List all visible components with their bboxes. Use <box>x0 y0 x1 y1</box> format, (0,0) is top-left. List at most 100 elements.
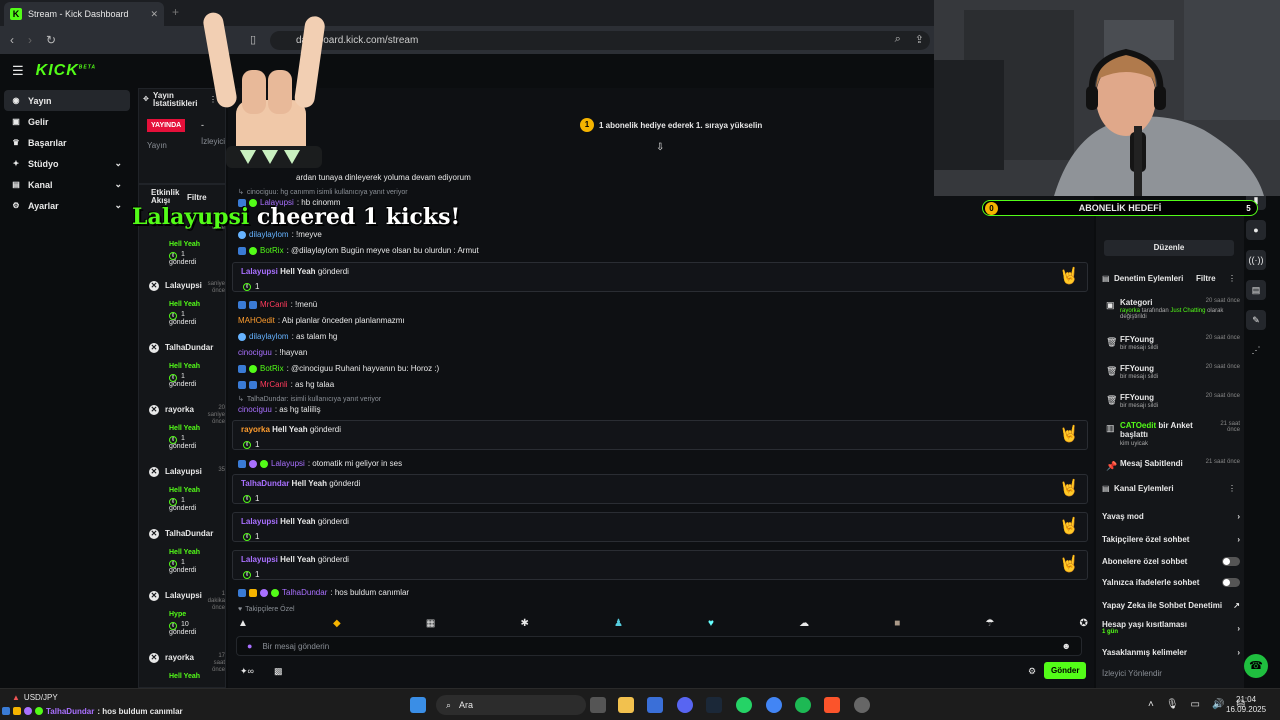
activity-item: ✕ Lalayupsi 35 Hell Yeah ¢ 1 gönderdi <box>149 467 225 512</box>
more-icon[interactable]: ⋮ <box>1228 274 1236 283</box>
back-icon[interactable]: ‹ <box>10 33 14 47</box>
chat-input[interactable]: ● Bir mesaj gönderin ☻ <box>236 636 1082 656</box>
chat-bubble-icon[interactable]: ● <box>1246 220 1266 240</box>
file-explorer-icon[interactable] <box>618 697 634 713</box>
chevron-down-icon: ⌄ <box>114 200 122 210</box>
scroll-down-icon[interactable]: ⇩ <box>656 142 664 153</box>
emote-icon[interactable]: ☂ <box>985 618 994 632</box>
mod-actions-icon: ▤ <box>1102 274 1110 283</box>
share-icon[interactable]: ⇪ <box>915 33 924 46</box>
trash-icon: 🗑 <box>1106 337 1118 347</box>
nav-item-ayarlar[interactable]: ⚙ Ayarlar ⌄ <box>4 195 130 216</box>
nav-item-studyo[interactable]: ✦ Stüdyo ⌄ <box>4 153 130 174</box>
mic-icon[interactable]: ● <box>247 641 252 651</box>
browser-tab[interactable]: K Stream - Kick Dashboard ✕ <box>4 2 164 26</box>
account-age-row[interactable]: Hesap yaşı kısıtlaması 1 gün › <box>1102 620 1240 640</box>
kicks-coin-icon: ¢ <box>243 532 251 541</box>
task-view-icon[interactable] <box>590 697 606 713</box>
close-tab-icon[interactable]: ✕ <box>150 9 158 20</box>
emote-icon[interactable]: ♟ <box>614 618 623 632</box>
chrome-icon[interactable] <box>766 697 782 713</box>
emoji-icon[interactable]: ☻ <box>1062 641 1071 651</box>
close-icon[interactable]: ✕ <box>149 529 159 539</box>
support-icon[interactable]: ☎ <box>1244 654 1268 678</box>
chat-message: MrCanli: !menü <box>238 300 317 309</box>
zoom-icon[interactable]: ⌕ <box>895 33 901 46</box>
nav-item-kanal[interactable]: ▤ Kanal ⌄ <box>4 174 130 195</box>
layout-icon[interactable]: ▤ <box>1246 280 1266 300</box>
chat-message: MAHOedit: Abi planlar önceden planlanmaz… <box>238 316 405 325</box>
ai-moderation-row[interactable]: Yapay Zeka ile Sohbet Denetimi ↗ <box>1102 601 1240 610</box>
activity-item: ✕ Lalayupsi saniye önce Hell Yeah ¢ 1 gön… <box>149 281 225 326</box>
new-tab-button[interactable]: + <box>172 5 179 19</box>
emote-icon[interactable]: ◆ <box>333 618 341 632</box>
broadcast-icon[interactable]: ((·)) <box>1246 250 1266 270</box>
kick-logo[interactable]: KICKBETA <box>36 62 96 80</box>
steam-icon[interactable] <box>706 697 722 713</box>
chart-icon: ▲ <box>12 693 20 702</box>
emote-icon[interactable]: ♥ <box>708 618 714 632</box>
rock-hand-icon: 🤘 <box>1059 268 1079 285</box>
spotify-icon[interactable] <box>795 697 811 713</box>
emote-icon[interactable]: ✪ <box>1080 618 1088 632</box>
activity-item: ✕ Lalayupsi 1 dakika önce Hype ¢ 10 gönde… <box>149 591 225 636</box>
stock-ticker[interactable]: ▲ USD/JPY <box>12 693 58 702</box>
drag-handle-icon[interactable]: ✥ <box>143 95 149 103</box>
close-icon[interactable]: ✕ <box>149 343 159 353</box>
activity-item: ✕ rayorka 17 saat önce Hell Yeah <box>149 653 225 680</box>
more-icon[interactable]: ⋮ <box>1228 484 1236 493</box>
close-icon[interactable]: ✕ <box>149 405 159 415</box>
emote-only-row[interactable]: Yalnızca ifadelerle sohbet <box>1102 578 1240 587</box>
chat-tools-icon[interactable]: ✦∞ <box>240 666 254 677</box>
close-icon[interactable]: ✕ <box>149 591 159 601</box>
activity-feed-panel: Etkinlik Akışı Filtre önce Hell Yeah ¢ 1 … <box>138 184 226 688</box>
stat-yayin-label: Yayın <box>147 141 167 150</box>
reload-icon[interactable]: ↻ <box>46 33 56 47</box>
send-button[interactable]: Gönder <box>1044 662 1087 679</box>
nav-item-yayin[interactable]: ◉ Yayın <box>4 90 130 111</box>
whatsapp-icon[interactable] <box>736 697 752 713</box>
share-icon[interactable]: ⋰ <box>1246 340 1266 360</box>
obs-icon[interactable] <box>854 697 870 713</box>
clock[interactable]: 21:04 16.09.2025 <box>1226 695 1266 715</box>
emote-icon[interactable]: ▲ <box>238 618 248 632</box>
emote-icon[interactable]: ■ <box>894 618 900 632</box>
taskbar-search[interactable]: ⌕ Ara <box>436 695 586 715</box>
emote-icon[interactable]: ☁ <box>799 618 809 632</box>
banned-words-row[interactable]: Yasaklanmış kelimeler › <box>1102 648 1240 657</box>
close-icon[interactable]: ✕ <box>149 653 159 663</box>
subs-chat-row[interactable]: Abonelere özel sohbet <box>1102 557 1240 566</box>
live-badge: YAYINDA <box>147 119 186 132</box>
raid-row[interactable]: İzleyici Yönlendir <box>1102 669 1240 678</box>
gift-promo-banner[interactable]: 1 1 abonelik hediye ederek 1. sıraya yük… <box>580 118 762 132</box>
close-icon[interactable]: ✕ <box>149 281 159 291</box>
nav-item-gelir[interactable]: ▣ Gelir <box>4 111 130 132</box>
mod-action-item: ▣ Kategori 20 saat önce rayorka tarafınd… <box>1106 298 1240 320</box>
discord-icon[interactable] <box>677 697 693 713</box>
emote-icon[interactable]: ✱ <box>520 618 528 632</box>
close-icon[interactable]: ✕ <box>149 467 159 477</box>
url-bar[interactable]: dashboard.kick.com/stream ⌕ ⇪ <box>270 31 930 50</box>
gift-icon[interactable]: ▩ <box>274 666 283 677</box>
activity-filter-button[interactable]: Filtre <box>187 193 207 202</box>
forward-icon[interactable]: › <box>28 33 32 47</box>
edit-button[interactable]: Düzenle <box>1104 240 1234 256</box>
emote-icon[interactable]: ▦ <box>426 618 435 632</box>
chat-settings-icon[interactable]: ⚙ <box>1028 666 1036 677</box>
rock-hand-icon: 🤘 <box>1059 556 1079 573</box>
rock-hand-icon: 🤘 <box>1059 480 1079 497</box>
external-link-icon: ↗ <box>1233 601 1240 610</box>
nav-item-basarilar[interactable]: ♛ Başarılar <box>4 132 130 153</box>
menu-icon[interactable]: ☰ <box>12 63 24 79</box>
slow-mode-row[interactable]: Yavaş mod › <box>1102 512 1240 521</box>
subs-only-toggle[interactable] <box>1222 557 1240 566</box>
brave-icon[interactable] <box>824 697 840 713</box>
followers-chat-row[interactable]: Takipçilere özel sohbet › <box>1102 535 1240 544</box>
activity-item: ✕ TalhaDundar Hell Yeah ¢ 1 gönderdi <box>149 529 214 574</box>
windows-start-icon[interactable] <box>410 697 426 713</box>
mod-filter-button[interactable]: Filtre <box>1196 274 1216 283</box>
store-icon[interactable] <box>647 697 663 713</box>
tool-icon[interactable]: ✎ <box>1246 310 1266 330</box>
emote-only-toggle[interactable] <box>1222 578 1240 587</box>
chevron-right-icon: › <box>1237 512 1240 521</box>
